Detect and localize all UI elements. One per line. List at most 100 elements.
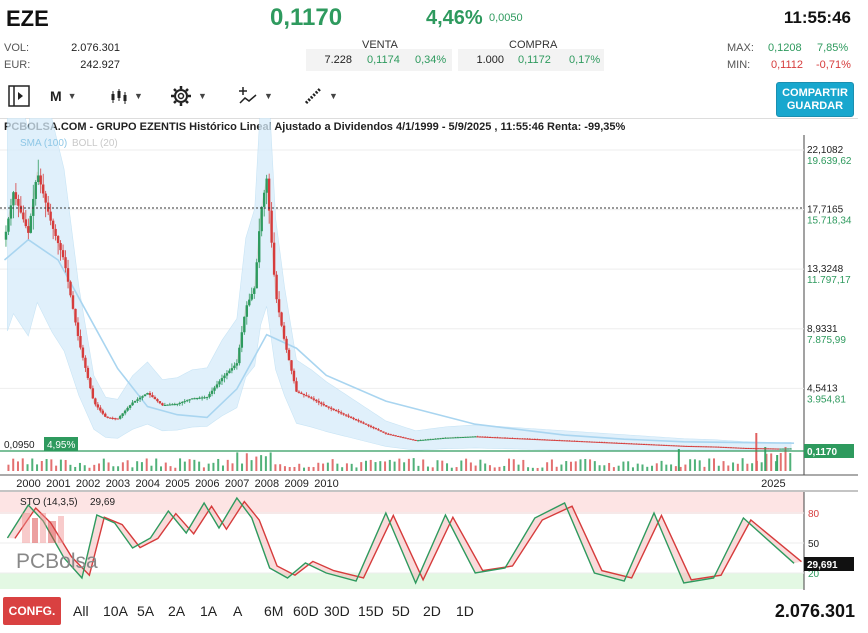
volume-bar	[722, 461, 725, 471]
candle-body	[59, 243, 62, 251]
volume-bar	[727, 465, 730, 471]
range-30d[interactable]: 30D	[324, 603, 350, 619]
indicators-select[interactable]: ▼	[238, 84, 273, 108]
min-label: MIN:	[727, 59, 751, 71]
candle-body	[541, 439, 544, 441]
volume-bar	[527, 467, 530, 471]
volume-bar	[45, 459, 48, 471]
candle-body	[742, 447, 745, 449]
candle-body	[657, 444, 661, 446]
volume-bar	[226, 459, 229, 471]
range-5a[interactable]: 5A	[137, 603, 154, 619]
candle-body	[749, 448, 753, 450]
volume-bar	[608, 462, 611, 471]
candle-body	[382, 431, 385, 433]
candle-body	[411, 439, 415, 441]
settings-select[interactable]: ▼	[170, 84, 207, 108]
bollinger-bands	[6, 118, 792, 451]
chart-type-select[interactable]: ▼	[110, 84, 143, 108]
candle-body	[493, 437, 497, 439]
candle-body	[128, 405, 132, 408]
candle-body	[302, 393, 306, 396]
price-tick: 13,3248	[807, 264, 844, 275]
candle-body	[503, 437, 507, 439]
candle-body	[24, 219, 28, 227]
volume-bar	[303, 467, 306, 471]
volume-bar	[460, 460, 463, 471]
range-2d[interactable]: 2D	[423, 603, 441, 619]
range-a[interactable]: A	[233, 603, 242, 619]
candle-body	[784, 448, 787, 450]
volume-bar	[379, 461, 382, 471]
volume-bar	[751, 463, 754, 471]
candle-body	[258, 231, 261, 263]
candle-body	[645, 444, 648, 446]
volume-bar	[498, 466, 501, 471]
candle-body	[717, 446, 720, 448]
chart-app: EZE 0,1170 4,46% 0,0050 11:55:46 VOL: 2.…	[0, 0, 868, 633]
volume-bar	[374, 462, 377, 471]
volume-bar	[760, 462, 763, 471]
candle-body	[151, 395, 154, 398]
candle-body	[133, 400, 137, 403]
volume-bar	[484, 463, 487, 471]
volume-bar	[584, 458, 587, 471]
compra-price: 0,1172	[518, 54, 551, 66]
price-grid	[0, 149, 804, 389]
range-6m[interactable]: 6M	[264, 603, 283, 619]
candle-body	[670, 445, 673, 447]
volume-bar	[612, 467, 615, 471]
candle-body	[546, 439, 549, 441]
candle-body	[752, 448, 755, 450]
candle-body	[213, 387, 216, 391]
volume-bar	[274, 464, 277, 471]
range-all[interactable]: All	[73, 603, 89, 619]
range-15d[interactable]: 15D	[358, 603, 384, 619]
candle-body	[568, 440, 571, 442]
bollinger-band-area	[7, 118, 792, 451]
config-button[interactable]: CONFG.	[3, 597, 61, 625]
panel-toggle-button[interactable]	[8, 84, 30, 108]
range-5d[interactable]: 5D	[392, 603, 410, 619]
candle-body	[620, 442, 623, 444]
volume-bar	[674, 466, 677, 471]
candle-body	[697, 446, 700, 448]
range-10a[interactable]: 10A	[103, 603, 128, 619]
candle-body	[250, 293, 253, 300]
year-tick: 2010	[314, 478, 338, 490]
range-1a[interactable]: 1A	[200, 603, 217, 619]
volume-bar	[746, 463, 749, 471]
candle-body	[384, 432, 388, 434]
candle-body	[364, 423, 368, 425]
volume-bar	[336, 463, 339, 471]
candle-body	[637, 443, 641, 445]
candle-body	[449, 437, 452, 439]
range-1d[interactable]: 1D	[456, 603, 474, 619]
volume-bar	[331, 459, 334, 471]
share-save-button[interactable]: COMPARTIR GUARDAR	[776, 82, 854, 117]
candle-body	[44, 193, 47, 203]
candle-body	[126, 407, 129, 411]
candle-body	[118, 416, 122, 419]
range-2a[interactable]: 2A	[168, 603, 185, 619]
draw-select[interactable]: ▼	[303, 84, 338, 108]
volume-bar	[712, 458, 715, 471]
volume-bar	[631, 467, 634, 471]
candle-body	[392, 434, 395, 436]
volume-bar	[779, 453, 782, 471]
candle-body	[719, 446, 723, 448]
period-select[interactable]: M ▼	[50, 84, 77, 108]
candle-body	[551, 439, 554, 441]
volume-bar	[436, 460, 439, 471]
volume-bar	[426, 466, 429, 471]
pct-tick: 7.875,99	[807, 335, 846, 346]
price-chart[interactable]: 4,95% 0,0950 SMA (100) BOLL (20) 22,1082…	[0, 118, 860, 596]
candle-body	[682, 445, 685, 447]
candle-body	[446, 437, 450, 439]
candle-body	[106, 416, 109, 418]
volume-bar	[589, 459, 592, 471]
volume-bar	[789, 453, 792, 471]
range-60d[interactable]: 60D	[293, 603, 319, 619]
candle-body	[262, 192, 266, 207]
volume-bar	[550, 459, 553, 471]
